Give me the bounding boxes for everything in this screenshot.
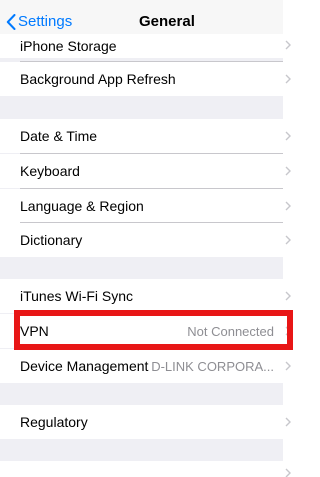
row-label: Keyboard xyxy=(20,163,80,179)
settings-row-background-app-refresh[interactable]: Background App Refresh xyxy=(0,62,293,96)
row-label: Date & Time xyxy=(20,128,98,144)
settings-row-itunes-wifi-sync[interactable]: iTunes Wi-Fi Sync xyxy=(0,279,293,313)
chevron-right-icon xyxy=(285,326,291,336)
chevron-right-icon xyxy=(285,291,291,301)
disclosure-column xyxy=(283,0,293,477)
chevron-right-icon xyxy=(285,40,291,50)
settings-row-regulatory[interactable]: Regulatory xyxy=(0,405,293,439)
chevron-left-icon xyxy=(6,14,16,30)
back-button[interactable]: Settings xyxy=(6,13,72,31)
chevron-right-icon xyxy=(285,468,291,477)
settings-row-dictionary[interactable]: Dictionary xyxy=(0,223,293,257)
chevron-right-icon xyxy=(285,361,291,371)
back-label: Settings xyxy=(18,13,73,30)
chevron-right-icon xyxy=(285,131,291,141)
settings-row-keyboard[interactable]: Keyboard xyxy=(0,154,293,188)
group-spacer xyxy=(0,257,293,279)
row-label: Device Management xyxy=(20,358,149,374)
settings-row-iphone-storage[interactable]: iPhone Storage xyxy=(0,30,293,58)
chevron-right-icon xyxy=(285,166,291,176)
row-label: VPN xyxy=(20,323,49,339)
page-title: General xyxy=(139,13,195,30)
row-label: Dictionary xyxy=(20,232,83,248)
chevron-right-icon xyxy=(285,235,291,245)
settings-general-screen: Settings General iPhone Storage Backgrou… xyxy=(0,0,293,477)
settings-row-language-region[interactable]: Language & Region xyxy=(0,189,293,223)
settings-row-partial[interactable] xyxy=(0,461,293,477)
navigation-bar: Settings General xyxy=(0,0,293,34)
group-spacer xyxy=(0,96,293,119)
settings-row-device-management[interactable]: Device Management D-LINK CORPORA... xyxy=(0,349,293,383)
chevron-right-icon xyxy=(285,201,291,211)
settings-row-vpn[interactable]: VPN Not Connected xyxy=(0,314,293,348)
row-label: iTunes Wi-Fi Sync xyxy=(20,288,134,304)
vpn-status-value: Not Connected xyxy=(187,323,274,339)
row-label: Background App Refresh xyxy=(20,71,176,87)
row-label: iPhone Storage xyxy=(20,38,117,54)
settings-row-date-time[interactable]: Date & Time xyxy=(0,119,293,153)
group-spacer xyxy=(0,439,293,461)
row-label: Regulatory xyxy=(20,414,88,430)
chevron-right-icon xyxy=(285,74,291,84)
group-spacer xyxy=(0,383,293,405)
device-management-value: D-LINK CORPORA... xyxy=(151,358,274,374)
row-label: Language & Region xyxy=(20,198,144,214)
chevron-right-icon xyxy=(285,417,291,427)
